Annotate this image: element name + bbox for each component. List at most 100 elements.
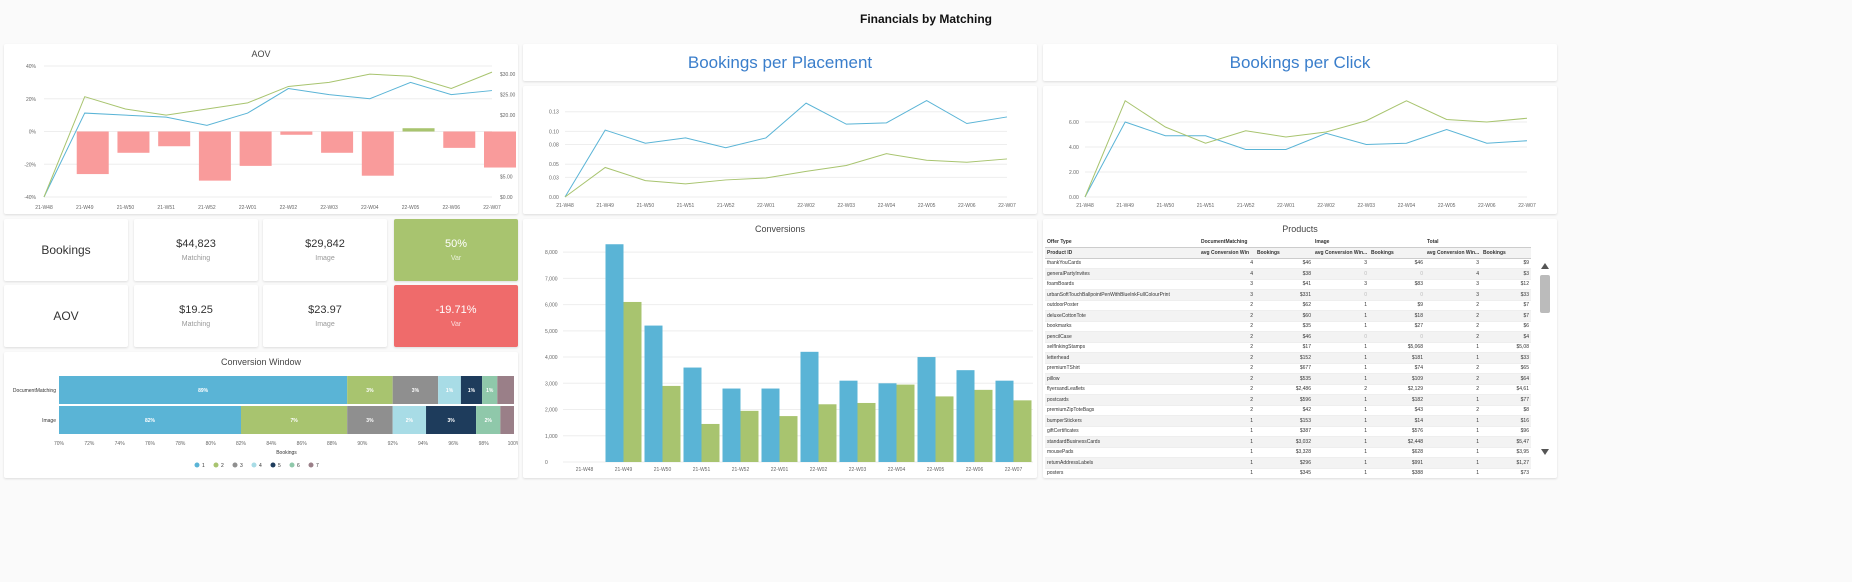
table-row[interactable]: thankYouCards 4 $46 3 $46 3 $9 [1045, 258, 1531, 269]
bar-green [974, 389, 993, 462]
kpi-value: $23.97 [308, 304, 342, 316]
scroll-down-icon[interactable] [1541, 449, 1549, 455]
x-tick-label: 21-W51 [157, 205, 175, 211]
legend-swatch [308, 462, 314, 468]
table-row[interactable]: posters 1 $345 1 $388 1 $73 [1045, 468, 1531, 475]
table-cell: $5,08 [1481, 342, 1531, 353]
scroll-up-icon[interactable] [1541, 263, 1549, 269]
table-cell: $2,448 [1369, 436, 1425, 448]
table-cell: $2,486 [1255, 384, 1313, 395]
table-cell: 1 [1425, 436, 1481, 448]
table-column-header[interactable]: Product ID avg Conversion Win Bookings avg … [1045, 247, 1531, 259]
table-row[interactable]: outdoorPoster 2 $62 1 $9 2 $7 [1045, 300, 1531, 311]
bar-green [896, 384, 915, 462]
table-cell: standardBusinessCards [1045, 436, 1199, 448]
x-tick-label: 22-W03 [849, 467, 867, 473]
table-cell: 2 [1425, 310, 1481, 322]
table-scrollbar[interactable] [1537, 263, 1553, 455]
table-cell: $16 [1481, 415, 1531, 427]
table-cell: 1 [1313, 447, 1369, 458]
table-cell: avg Conversion Win [1199, 247, 1255, 259]
table-row[interactable]: mousePads 1 $3,328 1 $628 1 $3,95 [1045, 447, 1531, 458]
kpi-aov-matching: $19.25 Matching [134, 285, 258, 347]
table-row[interactable]: bookmarks 2 $35 1 $27 2 $6 [1045, 321, 1531, 332]
table-cell: 1 [1425, 394, 1481, 406]
table-cell: 3 [1199, 279, 1255, 290]
bar-blue [839, 380, 858, 462]
table-cell: $3,95 [1481, 447, 1531, 458]
table-cell: $4,61 [1481, 384, 1531, 395]
table-group-header[interactable]: Offer Type DocumentMatching Image Total [1045, 237, 1531, 248]
table-cell: bumperStickers [1045, 415, 1199, 427]
table-row[interactable]: pencilCase 2 $46 0 0 2 $4 [1045, 331, 1531, 343]
table-cell: avg Conversion Win... [1313, 247, 1369, 259]
table-cell: letterhead [1045, 352, 1199, 364]
y-tick-label: -40% [24, 195, 36, 201]
x-tick-label: 22-W01 [771, 467, 789, 473]
legend-label: 5 [278, 463, 281, 469]
table-row[interactable]: premiumZipToteBags 2 $42 1 $43 2 $8 [1045, 405, 1531, 416]
table-row[interactable]: pillow 2 $535 1 $109 2 $64 [1045, 373, 1531, 385]
table-row[interactable]: postcards 2 $596 1 $182 1 $77 [1045, 394, 1531, 406]
table-cell: $74 [1369, 363, 1425, 374]
table-cell: 1 [1313, 405, 1369, 416]
placement-chart-card: 0.13 0.10 0.08 0.05 0.03 0.00 21-W48 21-W49 21-W… [523, 86, 1037, 214]
category-label: DocumentMatching [13, 388, 56, 394]
table-row[interactable]: bumperStickers 1 $153 1 $14 1 $16 [1045, 415, 1531, 427]
x-tick-label: 22-W02 [280, 205, 298, 211]
line-green [1084, 100, 1528, 198]
segment-label: 3% [366, 418, 374, 424]
table-row[interactable]: letterhead 2 $152 1 $181 1 $33 [1045, 352, 1531, 364]
table-row[interactable]: deluxeCottonTote 2 $60 1 $18 2 $7 [1045, 310, 1531, 322]
segment-label: 89% [198, 388, 209, 394]
kpi-sub: Matching [181, 321, 211, 328]
table-cell: premiumZipToteBags [1045, 405, 1199, 416]
stacked-segment [500, 406, 514, 434]
table-row[interactable]: premiumTShirt 2 $677 1 $74 2 $65 [1045, 363, 1531, 374]
table-row[interactable]: flyersandLeaflets 2 $2,486 2 $2,129 2 $4,61 [1045, 384, 1531, 395]
table-cell: Product ID [1045, 247, 1199, 259]
table-cell: 2 [1199, 342, 1255, 353]
table-cell [1255, 237, 1313, 248]
table-row[interactable]: selfInkingStamps 2 $17 1 $5,068 1 $5,08 [1045, 342, 1531, 353]
y-tick-label: 0 [545, 460, 548, 466]
scroll-thumb[interactable] [1540, 275, 1550, 313]
bar-blue [800, 351, 819, 462]
table-row[interactable]: returnAddressLabels 1 $296 1 $991 1 $1,27 [1045, 457, 1531, 469]
bar-blue [644, 325, 663, 462]
x-tick-label: 21-W48 [1076, 203, 1094, 209]
table-row[interactable]: giftCertificates 1 $387 1 $576 1 $96 [1045, 426, 1531, 437]
line-blue [564, 99, 1008, 198]
table-cell: $73 [1481, 468, 1531, 475]
variance-bar [198, 131, 231, 181]
table-cell: 2 [1199, 394, 1255, 406]
table-row[interactable]: generalPartyInvites 4 $38 0 0 4 $3 [1045, 268, 1531, 280]
products-table-wrap[interactable]: Offer Type DocumentMatching Image Total Prod… [1045, 237, 1531, 475]
table-cell: avg Conversion Win... [1425, 247, 1481, 259]
aov-chart: 40%20%0%-20%-40%$30.00$25.00$20.00$15.00… [24, 64, 516, 211]
table-cell: pencilCase [1045, 331, 1199, 343]
table-cell: $1,27 [1481, 457, 1531, 469]
table-cell: $628 [1369, 447, 1425, 458]
click-chart-card: 6.00 4.00 2.00 0.00 21-W48 21-W49 21-W50 21-W51… [1043, 86, 1557, 214]
table-row[interactable]: standardBusinessCards 1 $3,032 1 $2,448 1 $5,4… [1045, 436, 1531, 448]
table-cell: 2 [1425, 321, 1481, 332]
bar-blue [761, 388, 780, 462]
click-chart: 6.00 4.00 2.00 0.00 21-W48 21-W49 21-W50 21-W51… [1069, 100, 1536, 209]
table-cell: premiumTShirt [1045, 363, 1199, 374]
table-cell: 1 [1199, 436, 1255, 448]
table-cell: 1 [1199, 468, 1255, 475]
table-row[interactable]: foamBoards 3 $41 3 $83 3 $12 [1045, 279, 1531, 290]
legend-swatch [289, 462, 295, 468]
table-cell: $77 [1481, 394, 1531, 406]
bar-blue [995, 380, 1014, 462]
segment-label: 3% [447, 418, 455, 424]
x-tick-label: 21-W48 [35, 205, 53, 211]
y-tick-label: 2.00 [1069, 170, 1079, 176]
table-cell: Image [1313, 237, 1369, 248]
table-cell: 2 [1425, 373, 1481, 385]
kpi-aov-label: AOV [4, 285, 128, 347]
table-cell: $6 [1481, 321, 1531, 332]
segment-label: 3% [412, 388, 420, 394]
table-row[interactable]: urbanSoftTouchBallpointPenWithBlueInkFul… [1045, 289, 1531, 301]
